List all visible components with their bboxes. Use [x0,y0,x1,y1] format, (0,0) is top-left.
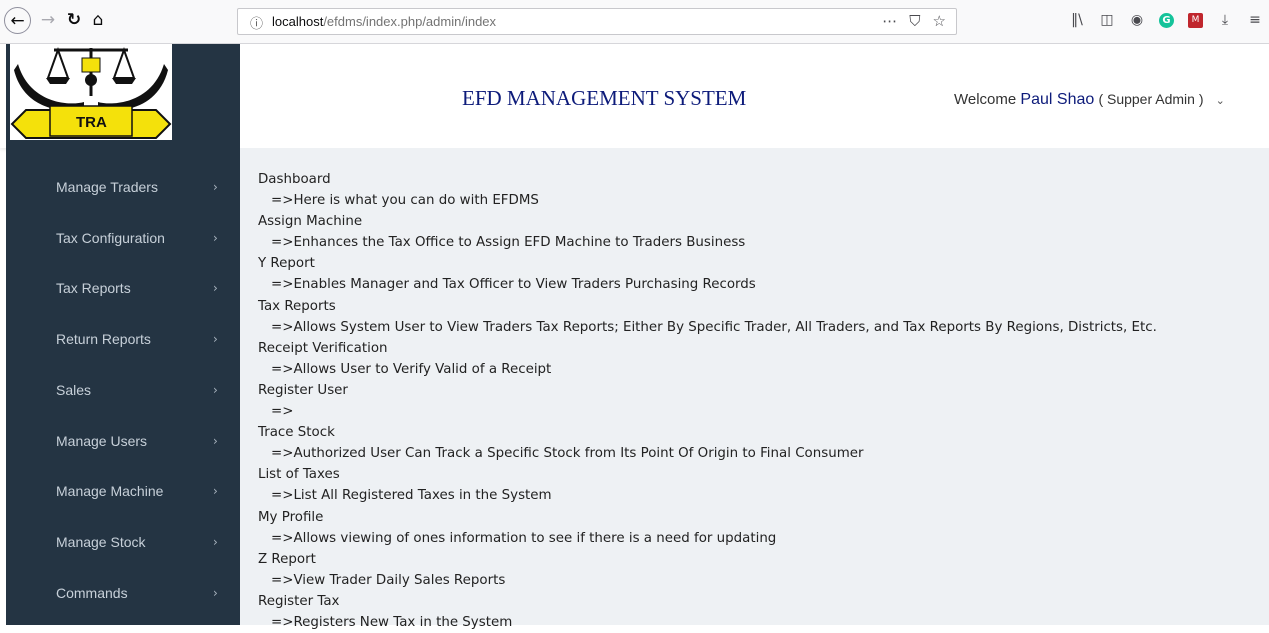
sidebar-item-label: Tax Reports [56,280,131,296]
entry-description: =>List All Registered Taxes in the Syste… [271,488,552,504]
entry-title: Dashboard [258,172,331,187]
url-text[interactable]: localhost/efdms/index.php/admin/index [272,14,496,29]
entry-title: Y Report [258,256,315,272]
chevron-right-icon: › [213,281,218,295]
entry-description: => [271,404,294,420]
home-icon[interactable]: ⌂ [84,6,112,34]
entry-title: List of Taxes [258,467,340,483]
entry-description: =>Allows viewing of ones information to … [271,530,777,546]
tra-logo[interactable]: TRA [10,44,172,140]
chevron-right-icon: › [213,180,218,194]
chevron-right-icon: › [213,434,218,448]
sidebar-item-tax-reports[interactable]: Tax Reports › [6,263,240,313]
download-icon[interactable]: ⤓ [1217,12,1233,28]
page-actions-icon[interactable]: ⋯ [882,12,897,30]
user-name: Paul Shao [1020,91,1095,108]
chevron-right-icon: › [213,231,218,245]
entry-title: Z Report [258,551,316,567]
sidebar: Manage Traders › Tax Configuration › Tax… [6,148,240,625]
entry-title: Receipt Verification [258,340,388,356]
pdf-extension-icon[interactable]: M [1188,12,1203,28]
browser-toolbar: ← → ↻ ⌂ ⓘ localhost/efdms/index.php/admi… [0,0,1269,44]
entry-description: =>Allows User to Verify Valid of a Recei… [271,361,552,377]
main-content: Dashboard =>Here is what you can do with… [240,148,1269,630]
sidebar-item-commands[interactable]: Commands › [6,568,240,618]
grammarly-icon[interactable]: G [1159,12,1174,28]
feature-list: Dashboard =>Here is what you can do with… [258,169,1157,633]
pocket-icon[interactable]: ⛉ [909,12,920,30]
entry-description: =>Authorized User Can Track a Specific S… [271,446,864,462]
user-role: ( Supper Admin ) [1098,91,1204,107]
url-path: /efdms/index.php/admin/index [323,14,497,29]
forward-arrow-icon[interactable]: → [34,6,62,34]
entry-title: Register User [258,382,348,398]
library-icon[interactable]: ‖\ [1069,12,1085,28]
sidebar-item-return-reports[interactable]: Return Reports › [6,314,240,364]
sidebar-item-sales[interactable]: Sales › [6,365,240,415]
url-host: localhost [272,14,324,29]
extension-icon[interactable]: ◉ [1129,12,1145,28]
logo-text: TRA [76,114,107,131]
back-arrow-icon[interactable]: ← [4,7,31,34]
entry-description: =>Allows System User to View Traders Tax… [271,319,1157,335]
welcome-label: Welcome [954,91,1017,108]
sidebar-item-manage-machine[interactable]: Manage Machine › [6,466,240,516]
chevron-right-icon: › [213,535,218,549]
chevron-right-icon: › [213,332,218,346]
bookmark-star-icon[interactable]: ☆ [933,12,946,30]
sidebar-item-label: Sales [56,382,92,398]
sidebar-item-label: Return Reports [56,331,151,347]
chevron-down-icon[interactable]: ⌄ [1216,95,1225,107]
chevron-right-icon: › [213,586,218,600]
sidebar-item-label: Commands [56,585,128,601]
entry-description: =>Enables Manager and Tax Officer to Vie… [271,277,756,293]
sidebar-item-manage-users[interactable]: Manage Users › [6,416,240,466]
sidebar-item-tax-configuration[interactable]: Tax Configuration › [6,213,240,263]
entry-title: Tax Reports [258,298,336,314]
sidebar-item-label: Manage Machine [56,483,164,499]
sidebar-item-label: Manage Stock [56,534,146,550]
entry-description: =>Enhances the Tax Office to Assign EFD … [271,235,746,251]
sidebar-item-manage-traders[interactable]: Manage Traders › [6,162,240,212]
sidebar-item-label: Tax Configuration [56,230,165,246]
page-title: EFD MANAGEMENT SYSTEM [462,86,747,110]
entry-description: =>View Trader Daily Sales Reports [271,572,506,588]
app-header: TRA EFD MANAGEMENT SYSTEM Welcome Paul S… [0,44,1269,148]
sidebar-item-label: Manage Traders [56,179,158,195]
entry-description: =>Registers New Tax in the System [271,614,513,630]
chevron-right-icon: › [213,383,218,397]
entry-description: =>Here is what you can do with EFDMS [271,193,539,209]
entry-title: Assign Machine [258,214,363,230]
entry-title: Register Tax [258,593,340,609]
sidebar-toggle-icon[interactable]: ◫ [1099,12,1115,28]
chevron-right-icon: › [213,484,218,498]
url-bar[interactable]: ⓘ localhost/efdms/index.php/admin/index … [237,8,957,35]
sidebar-item-label: Manage Users [56,433,148,449]
user-menu[interactable]: Welcome Paul Shao ( Supper Admin ) ⌄ [954,91,1225,109]
menu-icon[interactable]: ≡ [1247,12,1263,28]
site-info-icon[interactable]: ⓘ [250,13,263,32]
entry-title: Trace Stock [258,425,335,441]
entry-title: My Profile [258,509,324,525]
sidebar-item-manage-stock[interactable]: Manage Stock › [6,517,240,567]
logo-area: TRA [6,44,240,148]
